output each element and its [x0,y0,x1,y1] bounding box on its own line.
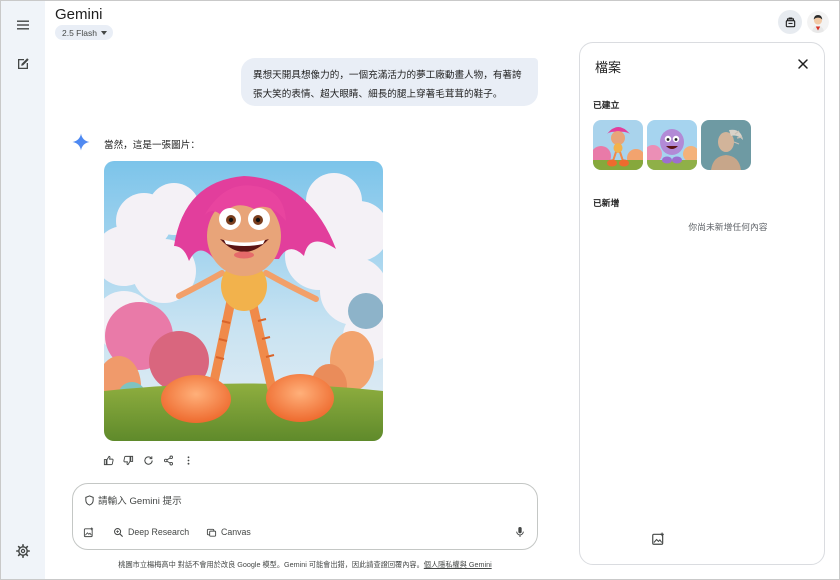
thumb-down-button[interactable] [123,455,134,466]
edit-icon [18,58,29,69]
deep-research-button[interactable]: Deep Research [113,524,189,540]
canvas-label: Canvas [221,527,251,537]
footer-disclaimer: 桃園市立楊梅高中 對話不會用於改良 Google 模型。Gemini 可能會出錯… [0,560,610,570]
files-panel: 檔案 已建立 已新增 你尚未新增任何內容 [579,42,825,565]
thumb-up-icon [103,455,114,466]
add-image-icon [83,526,94,537]
new-chat-button[interactable] [8,49,38,79]
assistant-reply-text: 當然，這是一張圖片： [104,140,200,151]
response-actions [103,455,194,466]
microphone-button[interactable] [513,524,527,540]
files-toggle-button[interactable] [778,10,802,34]
menu-icon [17,20,29,30]
created-file-thumbnail[interactable] [701,120,751,170]
more-options-button[interactable] [183,455,194,466]
gemini-spark-icon [72,133,90,151]
upload-image-button[interactable] [83,524,94,540]
privacy-link[interactable]: 個人隱私權與 Gemini [424,560,492,569]
created-file-thumbnail[interactable] [593,120,643,170]
share-button[interactable] [163,455,174,466]
close-icon[interactable] [796,57,810,71]
deep-research-label: Deep Research [128,527,190,537]
chevron-down-icon [100,30,107,35]
main-menu-button[interactable] [8,10,38,40]
app-title: Gemini [55,6,103,23]
deep-research-icon [114,527,124,537]
thumb-down-icon [123,455,134,466]
created-file-thumbnail[interactable] [647,120,697,170]
add-image-icon[interactable] [651,532,665,546]
empty-state-message: 你尚未新增任何內容 [688,222,768,232]
thumb-up-button[interactable] [103,455,114,466]
prompt-box: Deep Research Canvas [72,483,538,550]
share-icon [164,455,173,466]
refresh-icon [144,456,153,465]
user-message-line: 張大笑的表情、超大眼睛、細長的腿上穿著毛茸茸的鞋子。 [253,89,503,100]
shield-icon [85,495,94,506]
created-section-label: 已建立 [593,100,620,110]
model-label: 2.5 Flash [62,27,97,38]
user-message-bubble: 異想天開具想像力的，一個充滿活力的夢工廠動畫人物，有著誇 張大笑的表情、超大眼睛… [241,58,538,106]
side-rail [1,1,45,579]
user-message-line: 異想天開具想像力的，一個充滿活力的夢工廠動畫人物，有著誇 [253,70,522,81]
canvas-button[interactable]: Canvas [206,524,251,540]
model-selector[interactable]: 2.5 Flash [55,25,113,40]
panel-title: 檔案 [595,60,622,75]
disclaimer-text: 桃園市立楊梅高中 對話不會用於改良 Google 模型。Gemini 可能會出錯… [118,560,424,569]
regenerate-button[interactable] [143,455,154,466]
mic-icon [516,527,524,537]
avatar[interactable] [807,11,829,33]
files-icon [785,17,795,27]
generated-image[interactable] [104,161,383,441]
gear-icon [15,543,30,558]
added-section-label: 已新增 [593,198,620,208]
prompt-input[interactable] [98,493,518,509]
more-vert-icon [187,456,190,465]
canvas-icon [206,528,217,537]
